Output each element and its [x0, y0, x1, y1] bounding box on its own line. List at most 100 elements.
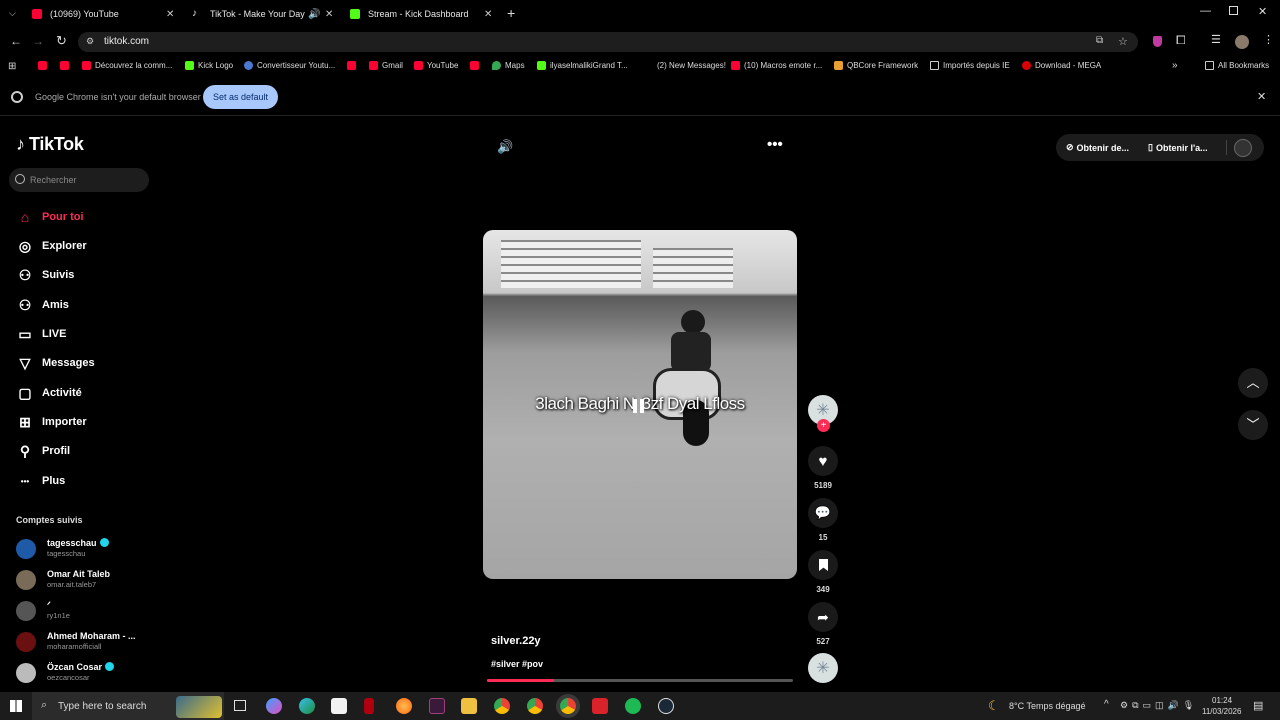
video-author[interactable]: silver.22y — [491, 635, 541, 647]
following-account[interactable]: tagesschau tagesschau — [16, 538, 109, 559]
new-tab-icon[interactable]: + — [507, 5, 515, 21]
bookmark-folder[interactable]: Importés depuis IE — [930, 61, 1010, 70]
video-player[interactable]: 3lach Baghi N 3zf Dyal Lfloss — [483, 230, 797, 579]
close-infobar-icon[interactable]: ✕ — [1257, 90, 1266, 103]
bookmark-item[interactable]: QBCore Framework — [834, 61, 918, 70]
bookmark-item[interactable]: Maps — [492, 61, 525, 70]
omnibox[interactable]: ⚙ tiktok.com ⧉ ☆ — [78, 32, 1138, 52]
bookmark-item[interactable]: (10) Macros emote r... — [731, 61, 822, 70]
taskbar-search-input[interactable]: ⌕ Type here to search — [32, 692, 224, 720]
video-hashtags[interactable]: #silver #pov — [491, 659, 543, 669]
chrome-icon[interactable] — [494, 698, 510, 714]
get-app-button[interactable]: ▯ Obtenir l'a... — [1148, 142, 1208, 153]
chrome-active-icon[interactable] — [560, 698, 576, 714]
close-window-icon[interactable]: ✕ — [1258, 5, 1267, 18]
copilot-icon[interactable] — [266, 698, 282, 714]
back-icon[interactable]: ← — [10, 34, 22, 48]
sound-disc-icon[interactable]: ✳ — [808, 653, 838, 683]
save-action[interactable]: 349 — [808, 550, 838, 594]
like-action[interactable]: ♥ 5189 — [808, 446, 838, 490]
share-icon[interactable]: ➦ — [808, 602, 838, 632]
get-desktop-button[interactable]: ⊘ Obtenir de... — [1066, 142, 1129, 153]
tab-list-chevron-icon[interactable]: ⌵ — [9, 8, 16, 19]
sidebar-item-plus[interactable]: ••• Plus — [16, 472, 65, 490]
more-options-icon[interactable]: ••• — [767, 136, 783, 153]
all-bookmarks-folder[interactable]: All Bookmarks — [1205, 61, 1269, 70]
tab-youtube[interactable]: (10969) YouTube ✕ — [32, 4, 180, 24]
close-tab-icon[interactable]: ✕ — [484, 9, 492, 20]
star-icon[interactable]: ☆ — [1118, 35, 1128, 48]
notifications-icon[interactable]: ▤ — [1253, 699, 1263, 712]
clock-date[interactable]: 11/03/2026 — [1202, 707, 1241, 716]
menu-kebab-icon[interactable]: ⋮ — [1263, 33, 1274, 46]
sidebar-item-amis[interactable]: ⚇ Amis — [16, 296, 69, 314]
sidebar-item-suivis[interactable]: ⚇ Suivis — [16, 266, 75, 284]
sidebar-item-profil[interactable]: ⚲ Profil — [16, 442, 70, 460]
bookmark-youtube[interactable] — [347, 61, 360, 70]
bookmark-item[interactable]: (2) New Messages! — [644, 61, 726, 70]
sound-disc-action[interactable]: ✳ — [808, 653, 838, 683]
close-tab-icon[interactable]: ✕ — [325, 9, 333, 20]
maximize-icon[interactable] — [1229, 6, 1238, 15]
media-controls-icon[interactable]: ☰ — [1211, 33, 1221, 46]
bookmark-item[interactable]: Découvrez la comm... — [82, 61, 172, 70]
sidebar-item-pour-toi[interactable]: ⌂ Pour toi — [16, 208, 84, 226]
profile-avatar[interactable] — [1235, 35, 1249, 49]
set-default-button[interactable]: Set as default — [203, 85, 278, 109]
bookmark-youtube[interactable] — [470, 61, 483, 70]
sidebar-item-messages[interactable]: ▽ Messages — [16, 354, 95, 372]
share-action[interactable]: ➦ 527 — [808, 602, 838, 646]
bookmark-item[interactable]: YouTube — [414, 61, 458, 70]
comment-icon[interactable]: 💬 — [808, 498, 838, 528]
tab-tiktok[interactable]: ♪ TikTok - Make Your Day 🔊 ✕ — [192, 4, 340, 24]
chrome-profile-icon[interactable] — [527, 698, 543, 714]
vivaldi-icon[interactable] — [592, 698, 608, 714]
bookmark-icon[interactable] — [808, 550, 838, 580]
apps-grid-icon[interactable]: ⊞ — [8, 61, 16, 72]
vegas-icon[interactable] — [429, 698, 445, 714]
store-icon[interactable] — [331, 698, 347, 714]
edge-icon[interactable] — [299, 698, 315, 714]
bookmark-youtube[interactable] — [60, 61, 73, 70]
search-input[interactable]: Rechercher — [9, 168, 149, 192]
following-account[interactable]: Ahmed Moharam - ... moharamofficiall — [16, 631, 136, 652]
next-video-button[interactable]: ﹀ — [1238, 410, 1268, 440]
sidebar-item-live[interactable]: ▭ LIVE — [16, 325, 66, 343]
sidebar-item-explorer[interactable]: ◎ Explorer — [16, 237, 87, 255]
following-account[interactable]: ᐟ ry1n1e — [16, 600, 70, 621]
windows-start-icon[interactable] — [10, 700, 22, 712]
sidebar-item-activit-[interactable]: ▢ Activité — [16, 384, 81, 402]
file-explorer-icon[interactable] — [461, 698, 477, 714]
previous-video-button[interactable]: ︿ — [1238, 368, 1268, 398]
close-tab-icon[interactable]: ✕ — [166, 9, 174, 20]
bookmark-item[interactable]: Download - MEGA — [1022, 61, 1101, 70]
weather-text[interactable]: 8°C Temps dégagé — [1009, 701, 1085, 711]
tab-kick[interactable]: Stream - Kick Dashboard ✕ — [350, 4, 498, 24]
tray-chevron-up-icon[interactable]: ^ — [1104, 699, 1109, 710]
task-view-icon[interactable] — [234, 700, 246, 711]
forward-icon[interactable]: → — [32, 34, 44, 48]
volume-icon[interactable]: 🔊 — [497, 139, 513, 155]
heart-icon[interactable]: ♥ — [808, 446, 838, 476]
red-app-icon[interactable] — [364, 698, 374, 714]
user-avatar[interactable] — [1234, 139, 1252, 157]
creator-avatar-action[interactable]: ✳ + — [808, 395, 838, 432]
site-info-icon[interactable]: ⚙ — [86, 36, 94, 47]
steam-icon[interactable] — [658, 698, 674, 714]
following-account[interactable]: Omar Ait Taleb omar.ait.taleb7 — [16, 569, 110, 590]
reload-icon[interactable]: ↻ — [56, 33, 67, 49]
weather-icon[interactable]: ☾ — [988, 698, 1000, 714]
tab-audio-icon[interactable]: 🔊 — [308, 9, 320, 20]
bookmark-item[interactable]: Kick Logo — [185, 61, 233, 70]
video-progress-bar[interactable] — [487, 679, 793, 682]
firefox-icon[interactable] — [396, 698, 412, 714]
bookmark-item[interactable]: ilyaselmalikiGrand T... — [537, 61, 628, 70]
clock-time[interactable]: 01:24 — [1212, 696, 1232, 705]
tiktok-logo[interactable]: ♪ TikTok — [16, 134, 84, 155]
pause-icon[interactable] — [632, 399, 646, 413]
more-bookmarks-icon[interactable]: » — [1172, 60, 1178, 71]
sidebar-item-importer[interactable]: ⊞ Importer — [16, 413, 87, 431]
comment-action[interactable]: 💬 15 — [808, 498, 838, 542]
following-account[interactable]: Özcan Cosar oezcancosar — [16, 662, 115, 683]
install-app-icon[interactable]: ⧉ — [1096, 35, 1103, 46]
